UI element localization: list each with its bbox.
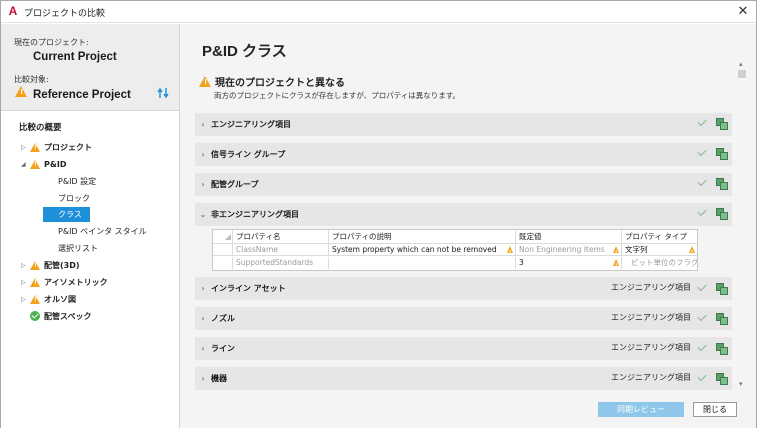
close-window-icon[interactable]: ✕ — [734, 3, 752, 21]
section-nozzles[interactable]: › ノズル エンジニアリング項目 — [195, 307, 732, 330]
tree-item-painter-styles[interactable]: P&ID ペインタ スタイル — [58, 223, 147, 239]
warning-icon — [30, 142, 40, 152]
sync-icon[interactable] — [716, 312, 728, 325]
expand-chevron-icon[interactable]: › — [195, 284, 211, 293]
reference-project-name: Reference Project — [33, 89, 131, 101]
sync-icon[interactable] — [716, 178, 728, 190]
expand-chevron-icon[interactable]: › — [195, 314, 211, 323]
title-bar: A プロジェクトの比較 ✕ — [1, 1, 756, 23]
table-row[interactable]: ClassName System property which can not … — [213, 244, 697, 256]
expand-chevron-icon[interactable]: › — [195, 180, 211, 189]
warning-icon — [507, 246, 513, 256]
property-table: プロパティ名 プロパティの説明 既定値 プロパティ タイプ ClassName … — [212, 229, 698, 271]
sync-icon[interactable] — [716, 372, 728, 385]
warning-icon — [613, 259, 619, 269]
warning-icon — [30, 277, 40, 287]
warning-icon — [30, 294, 40, 304]
overview-title: 比較の概要 — [19, 123, 62, 133]
autocad-logo-icon: A — [8, 4, 18, 18]
column-header[interactable]: プロパティ タイプ — [622, 230, 697, 244]
vertical-scrollbar[interactable]: ▴ ▾ — [736, 60, 748, 390]
collapse-chevron-icon[interactable]: ⌄ — [195, 210, 211, 219]
tree-item-pid-settings[interactable]: P&ID 設定 — [58, 173, 96, 189]
right-pane: P&ID クラス 現在のプロジェクトと異なる 両方のプロジェクトにクラスが存在し… — [180, 24, 756, 428]
sync-icon[interactable] — [716, 118, 728, 130]
scroll-up-icon[interactable]: ▴ — [739, 60, 743, 68]
check-circle-icon — [30, 311, 40, 321]
project-info-box: 現在のプロジェクト: Current Project 比較対象: Referen… — [1, 24, 179, 111]
column-header[interactable]: プロパティ名 — [233, 230, 329, 244]
section-engineering-items[interactable]: › エンジニアリング項目 — [195, 113, 732, 136]
warning-icon — [30, 260, 40, 270]
expand-arrow-icon[interactable]: ▷ — [21, 144, 30, 151]
tree-item-project[interactable]: ▷ プロジェクト — [21, 139, 92, 155]
check-icon — [697, 146, 707, 157]
expand-arrow-icon[interactable]: ▷ — [21, 279, 30, 286]
compare-target-label: 比較対象: — [14, 75, 49, 84]
section-non-engineering-items[interactable]: ⌄ 非エンジニアリング項目 — [195, 203, 732, 226]
column-header[interactable]: 既定値 — [516, 230, 622, 244]
compare-projects-window: A プロジェクトの比較 ✕ 現在のプロジェクト: Current Project… — [0, 0, 757, 428]
column-header[interactable]: プロパティの説明 — [329, 230, 516, 244]
table-row[interactable]: SupportedStandards 3 ビット単位のフラグ — [213, 257, 697, 269]
expand-chevron-icon[interactable]: › — [195, 120, 211, 129]
section-signal-line-group[interactable]: › 信号ライン グループ — [195, 143, 732, 166]
tree-item-piping-3d[interactable]: ▷ 配管(3D) — [21, 257, 80, 273]
current-project-label: 現在のプロジェクト: — [14, 38, 89, 47]
section-lines[interactable]: › ライン エンジニアリング項目 — [195, 337, 732, 360]
sync-icon[interactable] — [716, 148, 728, 160]
sync-icon[interactable] — [716, 342, 728, 355]
diff-description: 両方のプロジェクトにクラスが存在しますが、プロパティは異なります。 — [214, 91, 460, 100]
expand-arrow-icon[interactable]: ▷ — [21, 262, 30, 269]
current-project-name: Current Project — [33, 51, 117, 63]
tree-item-select-lists[interactable]: 選択リスト — [58, 240, 98, 256]
table-header-row: プロパティ名 プロパティの説明 既定値 プロパティ タイプ — [213, 230, 697, 244]
tree-item-piping-spec[interactable]: 配管スペック — [30, 308, 91, 324]
swap-projects-icon[interactable] — [156, 87, 170, 99]
tree-item-pid[interactable]: ◢ P&ID — [21, 156, 66, 172]
expand-chevron-icon[interactable]: › — [195, 374, 211, 383]
check-icon — [697, 206, 707, 217]
warning-icon — [15, 86, 27, 97]
sync-icon[interactable] — [716, 282, 728, 295]
section-piping-group[interactable]: › 配管グループ — [195, 173, 732, 196]
check-icon — [697, 311, 707, 321]
warning-icon — [613, 246, 619, 256]
warning-icon — [199, 76, 211, 87]
tree-item-classes[interactable]: クラス — [43, 206, 90, 222]
check-icon — [697, 341, 707, 351]
page-title: P&ID クラス — [202, 43, 287, 60]
check-icon — [697, 116, 707, 127]
warning-icon — [30, 159, 40, 169]
expand-chevron-icon[interactable]: › — [195, 344, 211, 353]
tree-item-isometric[interactable]: ▷ アイソメトリック — [21, 274, 108, 290]
section-equipment[interactable]: › 機器 エンジニアリング項目 — [195, 367, 732, 390]
check-icon — [697, 371, 707, 381]
check-icon — [697, 281, 707, 291]
tree-item-blocks[interactable]: ブロック — [58, 190, 90, 206]
scroll-thumb[interactable] — [738, 70, 746, 78]
collapse-arrow-icon[interactable]: ◢ — [21, 161, 30, 168]
scroll-down-icon[interactable]: ▾ — [739, 380, 743, 388]
sync-review-button[interactable]: 同期レビュー — [598, 402, 684, 417]
diff-heading: 現在のプロジェクトと異なる — [199, 74, 345, 89]
expand-arrow-icon[interactable]: ▷ — [21, 296, 30, 303]
section-inline-assets[interactable]: › インライン アセット エンジニアリング項目 — [195, 277, 732, 300]
tree-item-ortho[interactable]: ▷ オルソ図 — [21, 291, 76, 307]
select-all-corner[interactable] — [225, 234, 231, 240]
left-pane: 現在のプロジェクト: Current Project 比較対象: Referen… — [1, 24, 179, 428]
warning-icon — [689, 246, 695, 256]
sync-icon[interactable] — [716, 208, 728, 220]
close-button[interactable]: 閉じる — [693, 402, 737, 417]
expand-chevron-icon[interactable]: › — [195, 150, 211, 159]
window-title: プロジェクトの比較 — [24, 9, 106, 19]
check-icon — [697, 176, 707, 187]
